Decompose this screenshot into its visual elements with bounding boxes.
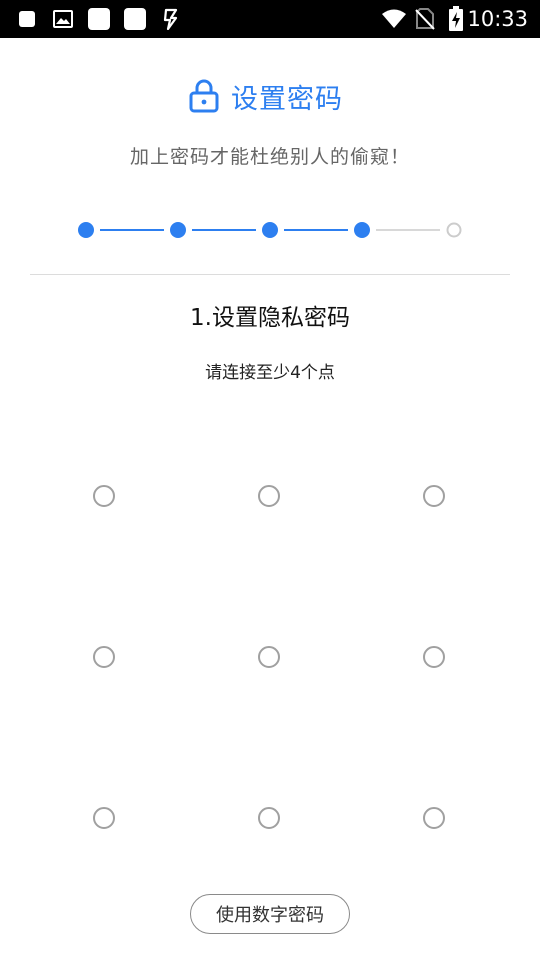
page-subtitle: 加上密码才能杜绝别人的偷窥！ bbox=[129, 146, 410, 168]
step-title: 1.设置隐私密码 bbox=[190, 305, 350, 331]
notification-square-icon bbox=[122, 0, 148, 38]
pattern-dot[interactable] bbox=[258, 646, 280, 668]
progress-stepper bbox=[78, 222, 462, 238]
pattern-lock-grid[interactable] bbox=[0, 400, 540, 900]
stepper-dot-completed bbox=[78, 222, 94, 238]
stepper-dot-completed bbox=[170, 222, 186, 238]
pattern-dot[interactable] bbox=[423, 646, 445, 668]
notification-square-icon bbox=[86, 0, 112, 38]
wifi-icon bbox=[380, 0, 408, 38]
lock-icon bbox=[189, 79, 219, 113]
lightning-app-icon bbox=[160, 0, 182, 38]
pattern-dot[interactable] bbox=[258, 807, 280, 829]
stepper-dot-pending bbox=[446, 222, 462, 238]
status-time: 10:33 bbox=[467, 7, 528, 31]
page-title: 设置密码 bbox=[231, 83, 343, 115]
stepper-dot-completed bbox=[262, 222, 278, 238]
pattern-dot[interactable] bbox=[423, 807, 445, 829]
gallery-icon bbox=[52, 0, 74, 38]
battery-charging-icon bbox=[446, 0, 466, 38]
step-hint: 请连接至少4个点 bbox=[205, 363, 335, 383]
divider bbox=[30, 274, 510, 275]
pattern-dot[interactable] bbox=[258, 485, 280, 507]
pattern-dot[interactable] bbox=[93, 807, 115, 829]
pattern-dot[interactable] bbox=[93, 646, 115, 668]
use-numeric-password-button[interactable]: 使用数字密码 bbox=[190, 894, 350, 934]
pattern-dot[interactable] bbox=[93, 485, 115, 507]
notification-square-icon bbox=[16, 0, 38, 38]
pattern-dot[interactable] bbox=[423, 485, 445, 507]
no-sim-icon bbox=[414, 0, 436, 38]
status-bar: 10:33 bbox=[0, 0, 540, 38]
page-header: 设置密码 bbox=[0, 76, 540, 116]
stepper-dot-completed bbox=[354, 222, 370, 238]
